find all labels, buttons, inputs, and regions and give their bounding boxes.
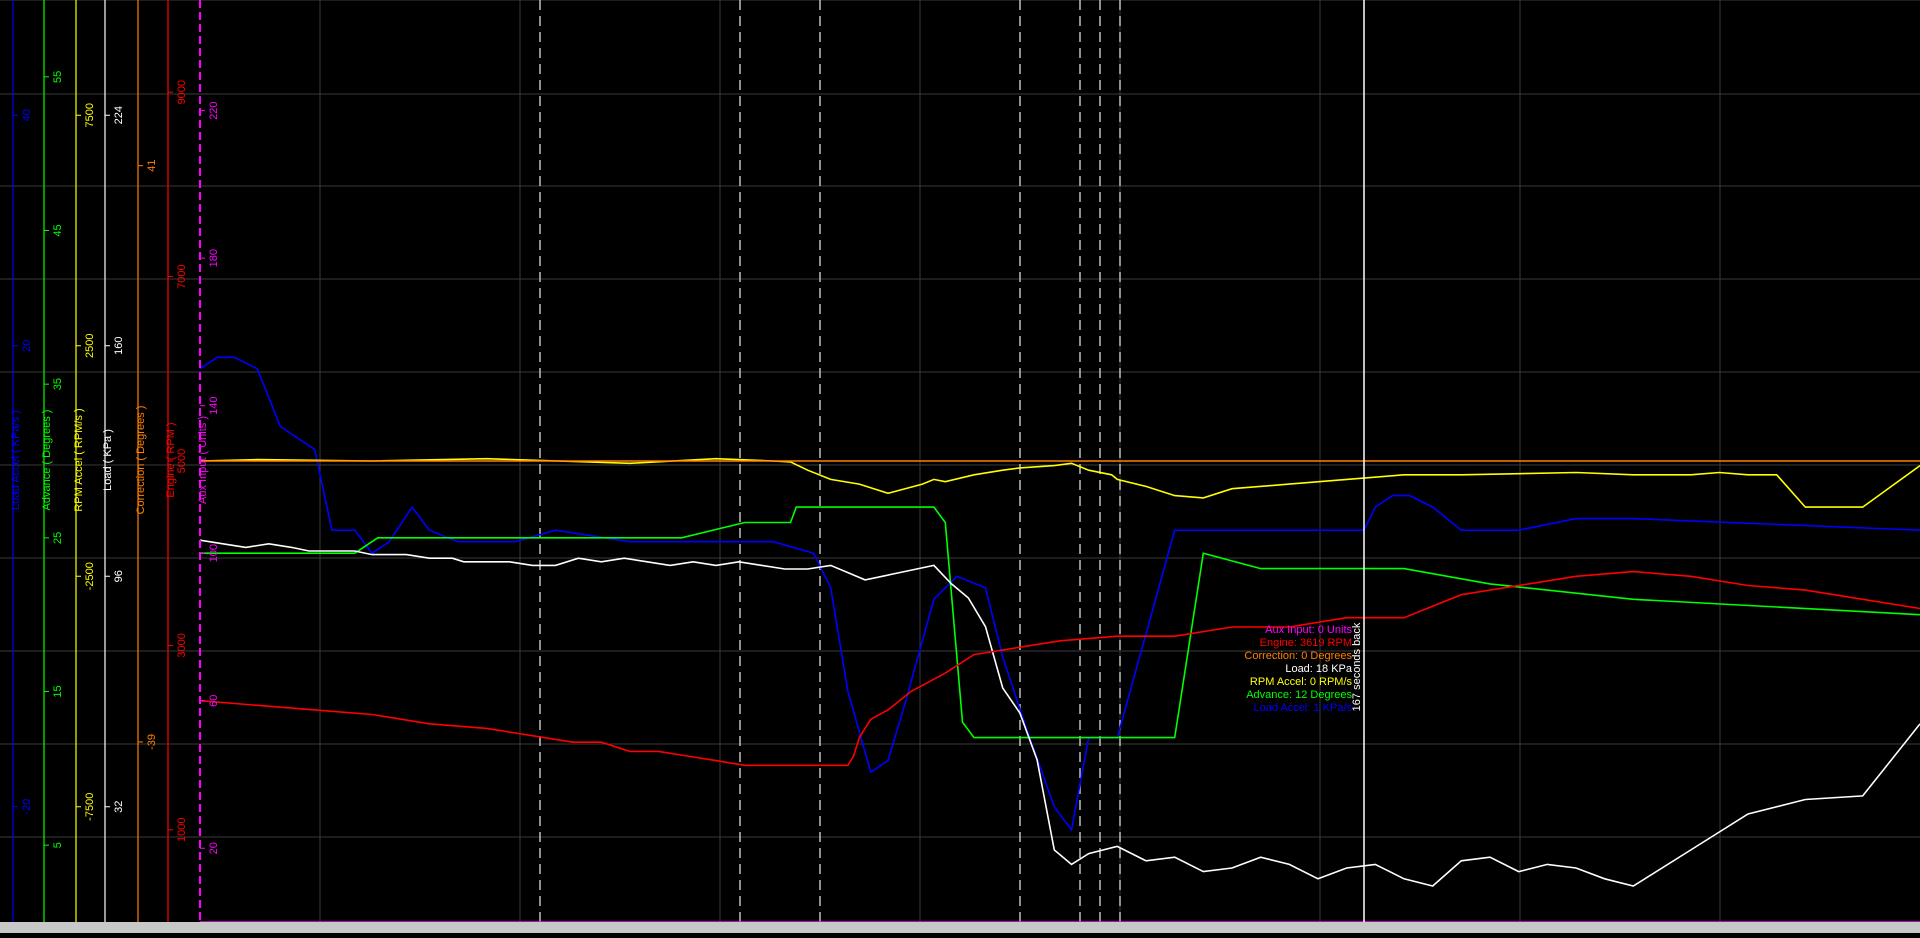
- tick-label-advance: 35: [52, 378, 64, 390]
- readout-load-accel: Load Accel: 1 KPa/s: [1254, 702, 1353, 714]
- tick-label-engine: 5000: [176, 449, 188, 473]
- tick-label-loadaccel: 40: [21, 109, 33, 121]
- tick-label-load: 32: [113, 801, 125, 813]
- tick-label-advance: 15: [52, 685, 64, 697]
- datalog-chart[interactable]: 40 20 -20 Load Accel ( KPa/s ) 55 45 35 25 15 5 Ad…: [0, 0, 1920, 933]
- tick-label-load: 160: [113, 337, 125, 355]
- readout-correction: Correction: 0 Degrees: [1244, 650, 1352, 662]
- tick-label-loadaccel: -20: [21, 799, 33, 815]
- chart-canvas[interactable]: 40 20 -20 Load Accel ( KPa/s ) 55 45 35 25 15 5 Ad…: [0, 0, 1920, 933]
- readout-advance: Advance: 12 Degrees: [1246, 689, 1352, 701]
- tick-label-rpmaccel: 7500: [84, 103, 96, 127]
- readout-load: Load: 18 KPa: [1285, 663, 1353, 675]
- tick-label-correction: 41: [146, 160, 158, 172]
- axis-title-engine: Engine ( RPM ): [165, 422, 177, 497]
- readout-aux-input: Aux Input: 0 Units: [1265, 624, 1352, 636]
- tick-label-rpmaccel: 2500: [84, 334, 96, 358]
- tick-label-engine: 9000: [176, 80, 188, 104]
- tick-label-engine: 3000: [176, 633, 188, 657]
- axis-title-loadaccel: Load Accel ( KPa/s ): [10, 410, 22, 510]
- tick-label-advance: 45: [52, 224, 64, 236]
- axis-title-rpmaccel: RPM Accel ( RPM/s ): [73, 408, 85, 511]
- axis-title-aux: Aux Input ( Units ): [197, 416, 209, 504]
- readout-rpm-accel: RPM Accel: 0 RPM/s: [1250, 676, 1353, 688]
- tick-label-rpmaccel: -2500: [84, 562, 96, 590]
- tick-label-engine: 7000: [176, 264, 188, 288]
- tick-label-advance: 55: [52, 71, 64, 83]
- tick-label-aux: 100: [208, 544, 220, 562]
- tick-label-aux: 180: [208, 249, 220, 267]
- status-strip: [0, 922, 1920, 933]
- tick-label-engine: 1000: [176, 818, 188, 842]
- tick-label-rpmaccel: -7500: [84, 793, 96, 821]
- tick-label-aux: 220: [208, 101, 220, 119]
- tick-label-correction: -39: [146, 734, 158, 750]
- tick-label-load: 96: [113, 570, 125, 582]
- cursor-time-label: 167 seconds back: [1351, 622, 1363, 711]
- tick-label-advance: 5: [52, 842, 64, 848]
- tick-label-loadaccel: 20: [21, 340, 33, 352]
- tick-label-aux: 60: [208, 695, 220, 707]
- tick-label-aux: 20: [208, 842, 220, 854]
- chart-background: [0, 0, 1920, 933]
- axis-title-correction: Correction ( Degrees ): [135, 406, 147, 515]
- tick-label-advance: 25: [52, 532, 64, 544]
- tick-label-aux: 140: [208, 397, 220, 415]
- tick-label-load: 224: [113, 106, 125, 124]
- axis-title-load: Load ( KPa ): [102, 429, 114, 491]
- axis-title-advance: Advance ( Degrees ): [41, 410, 53, 511]
- readout-engine: Engine: 3619 RPM: [1260, 637, 1352, 649]
